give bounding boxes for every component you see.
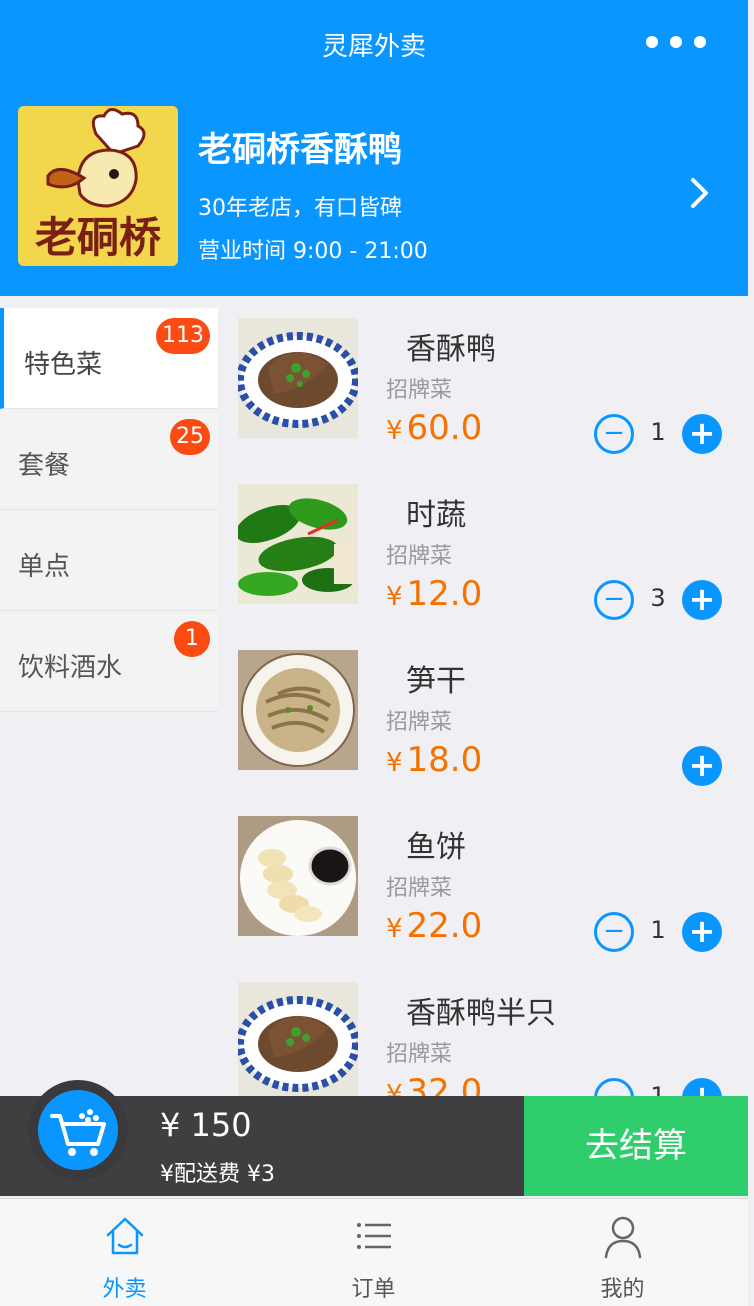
more-options-icon[interactable] xyxy=(646,36,706,48)
category-item-special[interactable]: 特色菜 113 xyxy=(0,308,218,409)
category-item-a-la-carte[interactable]: 单点 xyxy=(0,510,218,611)
shop-name: 老硐桥香酥鸭 xyxy=(198,130,402,170)
increase-button[interactable]: + xyxy=(682,580,722,620)
quantity-stepper: − 1 + xyxy=(226,414,748,454)
dish-name: 香酥鸭 xyxy=(406,332,496,367)
quantity-stepper: − 1 + xyxy=(226,1078,748,1096)
tab-label: 外卖 xyxy=(102,1277,147,1302)
increase-button[interactable]: + xyxy=(682,1078,722,1096)
quantity-value: 1 xyxy=(650,1082,666,1096)
category-badge: 1 xyxy=(174,621,210,657)
quantity-value: 1 xyxy=(650,418,666,446)
category-item-drinks[interactable]: 饮料酒水 1 xyxy=(0,611,218,712)
category-label: 特色菜 xyxy=(24,350,103,380)
shop-hours: 营业时间 9:00 - 21:00 xyxy=(198,239,428,264)
cart-button[interactable] xyxy=(28,1080,128,1180)
dish-item: 香酥鸭半只 招牌菜 ¥32.0 − 1 + xyxy=(226,972,748,1096)
home-icon xyxy=(106,1217,144,1255)
app-title: 灵犀外卖 xyxy=(321,32,426,62)
category-label: 套餐 xyxy=(18,451,71,481)
dish-list: 香酥鸭 招牌菜 ¥60.0 − 1 + 时蔬 招牌菜 ¥12.0 − 3 + 笋… xyxy=(226,308,748,1096)
tab-takeout[interactable]: 外卖 xyxy=(0,1199,249,1306)
cart-total: ¥ 150 xyxy=(160,1106,252,1144)
dish-tag: 招牌菜 xyxy=(386,876,453,901)
tab-bar: 外卖 订单 我的 xyxy=(0,1198,748,1306)
decrease-button[interactable]: − xyxy=(594,912,634,952)
dish-name: 香酥鸭半只 xyxy=(406,996,556,1031)
increase-button[interactable]: + xyxy=(682,912,722,952)
quantity-stepper: − 3 + xyxy=(226,580,748,620)
category-badge: 113 xyxy=(156,318,210,354)
header: 灵犀外卖 老硐桥 老硐桥香酥鸭 30年老店，有口皆碑 营业时间 9:00 - 2… xyxy=(0,0,748,296)
tab-orders[interactable]: 订单 xyxy=(249,1199,498,1306)
category-item-set-meal[interactable]: 套餐 25 xyxy=(0,409,218,510)
dish-item: 香酥鸭 招牌菜 ¥60.0 − 1 + xyxy=(226,308,748,474)
dish-name: 笋干 xyxy=(406,664,466,699)
shop-logo: 老硐桥 xyxy=(18,106,178,266)
category-label: 饮料酒水 xyxy=(18,653,123,683)
list-icon xyxy=(357,1223,391,1249)
increase-button[interactable]: + xyxy=(682,414,722,454)
shop-slogan: 30年老店，有口皆碑 xyxy=(198,196,402,221)
decrease-button[interactable]: − xyxy=(594,414,634,454)
quantity-stepper: − 1 + xyxy=(226,912,748,952)
increase-button[interactable]: + xyxy=(682,746,722,786)
dish-tag: 招牌菜 xyxy=(386,1042,453,1067)
shopping-cart-icon xyxy=(50,1109,106,1156)
category-label: 单点 xyxy=(18,552,71,582)
tab-label: 我的 xyxy=(600,1277,645,1302)
category-badge: 25 xyxy=(170,419,210,455)
logo-text: 老硐桥 xyxy=(35,213,161,262)
dish-tag: 招牌菜 xyxy=(386,378,453,403)
tab-label: 订单 xyxy=(351,1277,396,1302)
quantity-value: 1 xyxy=(650,916,666,944)
dish-item: 时蔬 招牌菜 ¥12.0 − 3 + xyxy=(226,474,748,640)
user-icon xyxy=(604,1216,642,1259)
quantity-stepper: + xyxy=(226,746,748,786)
category-menu: 特色菜 113 套餐 25 单点 饮料酒水 1 xyxy=(0,308,218,712)
dish-name: 鱼饼 xyxy=(406,830,466,865)
dish-tag: 招牌菜 xyxy=(386,544,453,569)
checkout-button[interactable]: 去结算 xyxy=(524,1096,748,1196)
dish-item: 鱼饼 招牌菜 ¥22.0 − 1 + xyxy=(226,806,748,972)
quantity-value: 3 xyxy=(650,584,666,612)
cart-bar: ¥ 150 ¥配送费 ¥3 去结算 xyxy=(0,1080,748,1196)
decrease-button[interactable]: − xyxy=(594,1078,634,1096)
chevron-right-icon[interactable] xyxy=(686,176,714,210)
dish-item: 笋干 招牌菜 ¥18.0 + xyxy=(226,640,748,806)
dish-tag: 招牌菜 xyxy=(386,710,453,735)
decrease-button[interactable]: − xyxy=(594,580,634,620)
tab-profile[interactable]: 我的 xyxy=(498,1199,747,1306)
delivery-fee: ¥配送费 ¥3 xyxy=(160,1162,275,1187)
dish-name: 时蔬 xyxy=(406,498,466,533)
